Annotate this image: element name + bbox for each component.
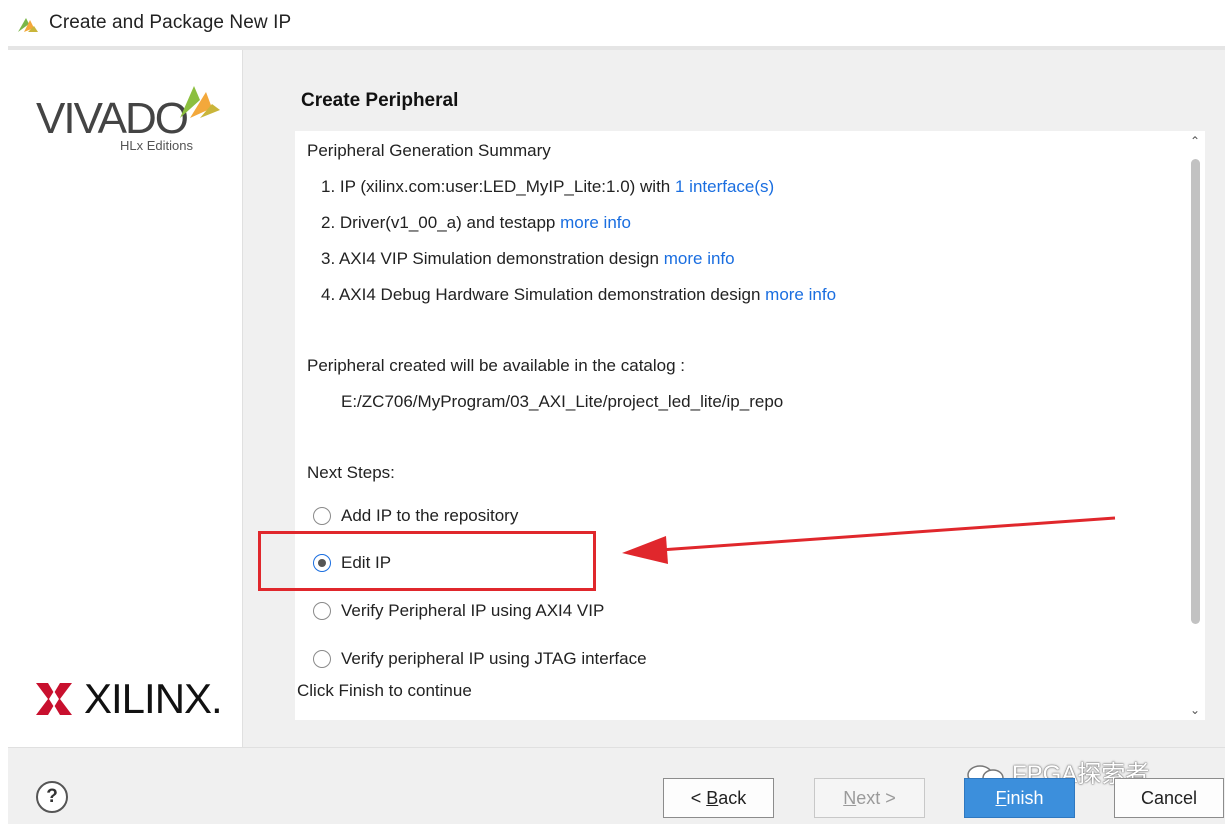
- xilinx-mark-icon: [36, 683, 72, 715]
- option-verify-axi4-vip[interactable]: Verify Peripheral IP using AXI4 VIP: [313, 601, 604, 625]
- summary-item-text: 3. AXI4 VIP Simulation demonstration des…: [321, 249, 664, 268]
- summary-item-text: 1. IP (xilinx.com:user:LED_MyIP_Lite:1.0…: [321, 177, 675, 196]
- summary-heading: Peripheral Generation Summary: [307, 141, 551, 160]
- xilinx-logo: XILINX.: [34, 675, 234, 725]
- option-label: Add IP to the repository: [341, 506, 519, 525]
- finish-label-rest: inish: [1006, 788, 1044, 808]
- radio-button[interactable]: [313, 649, 331, 668]
- summary-panel[interactable]: Peripheral Generation Summary 1. IP (xil…: [295, 131, 1205, 720]
- back-label-rest: ack: [718, 788, 747, 808]
- next-steps-label: Next Steps:: [307, 463, 395, 482]
- next-mnemonic: N: [843, 788, 857, 808]
- summary-item: 4. AXI4 Debug Hardware Simulation demons…: [321, 285, 836, 305]
- radio-button[interactable]: [313, 506, 331, 525]
- scroll-down-icon[interactable]: ⌄: [1189, 704, 1201, 716]
- main-content: Create Peripheral Peripheral Generation …: [243, 50, 1225, 747]
- title-bar: Create and Package New IP: [0, 0, 1225, 46]
- interfaces-link[interactable]: 1 interface(s): [675, 177, 774, 196]
- summary-item: 1. IP (xilinx.com:user:LED_MyIP_Lite:1.0…: [321, 177, 774, 197]
- vivado-edition-text: HLx Editions: [120, 138, 193, 153]
- summary-item-text: 2. Driver(v1_00_a) and testapp: [321, 213, 561, 232]
- catalog-text: Peripheral created will be available in …: [307, 356, 686, 375]
- vertical-scrollbar[interactable]: ⌃ ⌄: [1185, 131, 1205, 720]
- window-title: Create and Package New IP: [49, 12, 292, 33]
- option-label: Edit IP: [341, 553, 392, 572]
- vivado-logo: VIVADO HLx Editions: [36, 80, 226, 160]
- page-title: Create Peripheral: [301, 90, 459, 111]
- scroll-up-icon[interactable]: ⌃: [1189, 135, 1201, 147]
- driver-more-info-link[interactable]: more info: [560, 213, 631, 232]
- vip-more-info-link[interactable]: more info: [664, 249, 735, 268]
- catalog-path: E:/ZC706/MyProgram/03_AXI_Lite/project_l…: [341, 392, 784, 411]
- radio-button-selected[interactable]: [313, 553, 331, 572]
- scroll-thumb[interactable]: [1191, 159, 1200, 624]
- summary-item: 3. AXI4 VIP Simulation demonstration des…: [321, 249, 735, 269]
- back-prefix: <: [690, 788, 707, 808]
- xilinx-logo-text: XILINX.: [84, 675, 223, 722]
- next-button[interactable]: Next >: [814, 778, 925, 818]
- option-verify-jtag[interactable]: Verify peripheral IP using JTAG interfac…: [313, 649, 647, 673]
- footer-bar: ? FPGA探索者 < Back Next > Finish Cancel: [8, 747, 1225, 824]
- option-label: Verify Peripheral IP using AXI4 VIP: [341, 601, 605, 620]
- debug-more-info-link[interactable]: more info: [765, 285, 836, 304]
- cancel-button[interactable]: Cancel: [1114, 778, 1224, 818]
- option-label: Verify peripheral IP using JTAG interfac…: [341, 649, 647, 668]
- vivado-app-icon: [18, 18, 38, 32]
- summary-item-text: 4. AXI4 Debug Hardware Simulation demons…: [321, 285, 766, 304]
- option-edit-ip[interactable]: Edit IP: [313, 553, 391, 577]
- back-mnemonic: B: [706, 788, 719, 808]
- help-button[interactable]: ?: [36, 781, 68, 813]
- radio-button[interactable]: [313, 601, 331, 620]
- summary-item: 2. Driver(v1_00_a) and testapp more info: [321, 213, 631, 233]
- back-button[interactable]: < Back: [663, 778, 774, 818]
- finish-message: Click Finish to continue: [297, 681, 472, 700]
- option-add-ip[interactable]: Add IP to the repository: [313, 506, 518, 530]
- next-label-rest: ext >: [856, 788, 896, 808]
- finish-mnemonic: F: [995, 788, 1007, 808]
- vivado-logo-text: VIVADO: [36, 94, 189, 143]
- vivado-leaf-icon: [180, 86, 220, 118]
- sidebar: VIVADO HLx Editions XILINX.: [8, 50, 243, 747]
- finish-button[interactable]: Finish: [964, 778, 1075, 818]
